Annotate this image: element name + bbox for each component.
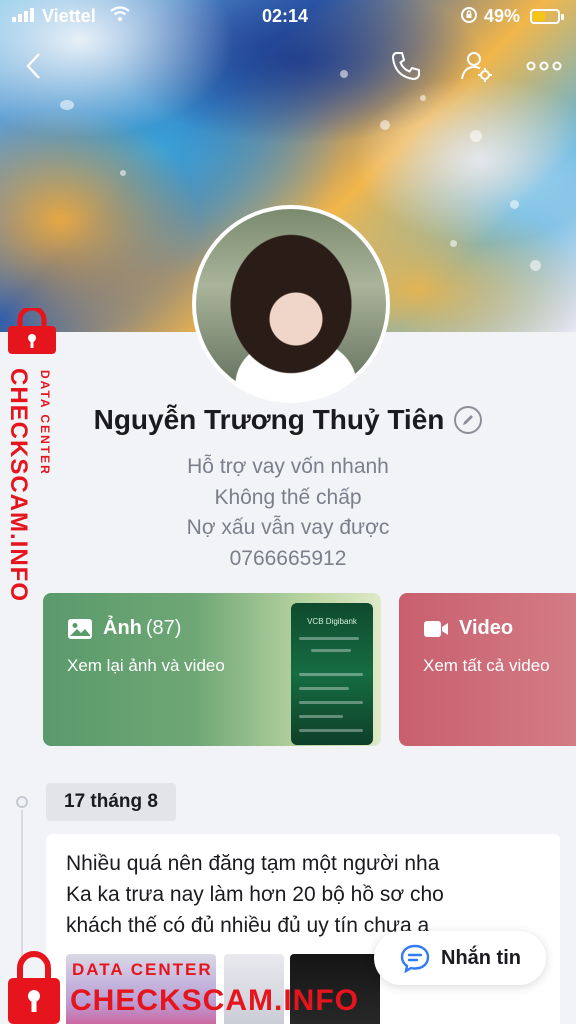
more-options-button[interactable] (522, 46, 566, 86)
watermark-site: CHECKSCAM.INFO (5, 368, 32, 602)
bio-line: Không thế chấp (214, 485, 362, 509)
carrier-name: Viettel (42, 6, 96, 26)
call-button[interactable] (386, 46, 426, 86)
bio-phone-number: 0766665912 (229, 546, 347, 570)
more-icon (526, 61, 562, 71)
watermark-label: DATA CENTER (38, 370, 52, 476)
edit-name-button[interactable] (454, 406, 483, 434)
profile-settings-icon (461, 52, 492, 82)
profile-bio: Hỗ trợ vay vốn nhanh Không thế chấp Nợ x… (0, 452, 576, 574)
bio-line: Hỗ trợ vay vốn nhanh (187, 455, 389, 478)
videos-card-title: Video (459, 617, 514, 639)
post-line: Nhiều quá nên đăng tạm một người nha (66, 852, 440, 875)
clock-time: 02:14 (262, 6, 309, 26)
profile-name-row: Nguyễn Trương Thuỷ Tiên (0, 404, 576, 436)
message-button-label: Nhắn tin (441, 946, 521, 969)
photos-card[interactable]: VCB Digibank Ảnh (87) Xem lại ảnh và vide… (43, 593, 381, 746)
profile-settings-button[interactable] (456, 46, 496, 86)
timeline-dot (16, 796, 28, 808)
battery-percent: 49% (484, 6, 521, 26)
thumb-bank-label: VCB Digibank (307, 617, 357, 626)
video-camera-icon (424, 620, 448, 637)
photo-preview-thumbnail: VCB Digibank (291, 603, 373, 745)
post-line: Ka ka trưa nay làm hơn 20 bộ hồ sơ cho (66, 883, 444, 906)
photos-count: (87) (145, 617, 182, 639)
profile-avatar[interactable] (192, 205, 390, 403)
battery-icon (530, 9, 564, 24)
timeline-date: 17 tháng 8 (46, 783, 176, 821)
back-icon (26, 53, 40, 79)
post-text: Nhiều quá nên đăng tạm một người nha Ka … (66, 848, 526, 944)
photos-card-title-row: Ảnh (87) (67, 617, 181, 640)
profile-name: Nguyễn Trương Thuỷ Tiên (93, 404, 445, 435)
wifi-icon (110, 6, 130, 27)
videos-card[interactable]: Video Xem tất cả video (399, 593, 576, 746)
watermark-site: CHECKSCAM.INFO (70, 984, 359, 1017)
call-icon (391, 52, 420, 81)
videos-card-subtitle: Xem tất cả video (423, 656, 550, 675)
image-icon (68, 618, 92, 639)
videos-card-title-row: Video (423, 617, 513, 640)
watermark-side: CHECKSCAM.INFO DATA CENTER (0, 308, 62, 602)
bio-line: Nợ xấu vẫn vay được (186, 516, 390, 539)
watermark-label: DATA CENTER (72, 960, 213, 979)
status-bar: Viettel 02:14 49% (0, 0, 576, 34)
chat-bubble-icon (400, 944, 430, 973)
padlock-icon (8, 308, 56, 354)
padlock-icon (8, 951, 60, 1024)
orientation-lock-icon (460, 6, 478, 29)
pencil-icon (463, 415, 474, 425)
message-button[interactable]: Nhắn tin (374, 931, 546, 985)
watermark-bottom: DATA CENTER CHECKSCAM.INFO (0, 948, 358, 1024)
photos-card-title: Ảnh (87) (103, 617, 182, 639)
back-button[interactable] (14, 46, 54, 86)
signal-icon (12, 8, 34, 22)
photos-card-subtitle: Xem lại ảnh và video (67, 656, 225, 675)
